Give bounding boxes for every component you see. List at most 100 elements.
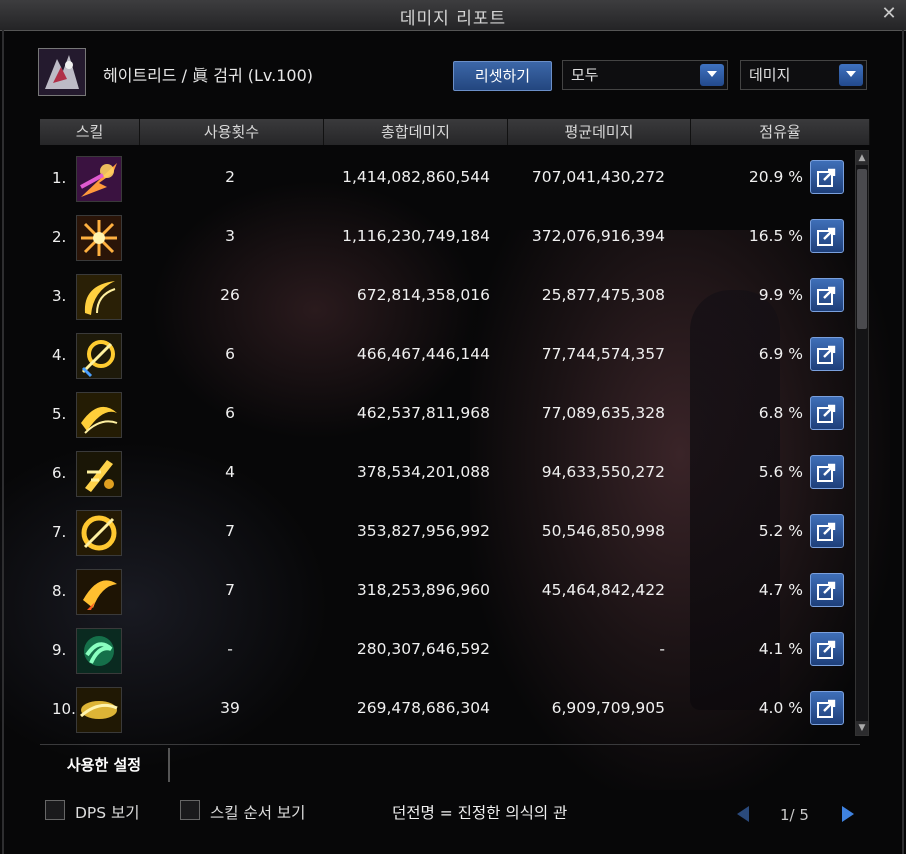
table-row: 2. 3 1,116,230,749,184 372,076,916,394 16.5 …: [40, 208, 855, 267]
scroll-down-icon[interactable]: ▼: [856, 721, 868, 735]
average-damage: 6,909,709,905: [551, 699, 665, 717]
share-icon[interactable]: [810, 160, 844, 194]
header-skill[interactable]: 스킬: [40, 119, 140, 145]
total-damage: 1,414,082,860,544: [342, 168, 490, 186]
rank: 3.: [52, 287, 67, 305]
table-row: 5. 6 462,537,811,968 77,089,635,328 6.8 %: [40, 385, 855, 444]
table-row: 8. 7 318,253,896,960 45,464,842,422 4.7 %: [40, 562, 855, 621]
table-header: 스킬 사용횟수 총합데미지 평균데미지 점유율: [40, 119, 870, 145]
table-row: 4. 6 466,467,446,144 77,744,574,357 6.9 %: [40, 326, 855, 385]
slash-burst-pink-icon[interactable]: [76, 156, 122, 202]
rank: 5.: [52, 405, 67, 423]
table-scrollbar[interactable]: ▲ ▼: [855, 150, 869, 736]
skill-order-label: 스킬 순서 보기: [210, 804, 306, 822]
average-damage: 94,633,550,272: [541, 463, 665, 481]
total-damage: 280,307,646,592: [356, 640, 490, 658]
share-icon[interactable]: [810, 219, 844, 253]
swirl-green-icon[interactable]: [76, 628, 122, 674]
scroll-up-icon[interactable]: ▲: [856, 151, 868, 165]
average-damage: 25,877,475,308: [541, 286, 665, 304]
total-damage: 353,827,956,992: [356, 522, 490, 540]
checkbox-box[interactable]: [180, 800, 200, 820]
share-icon[interactable]: [810, 278, 844, 312]
share-icon[interactable]: [810, 691, 844, 725]
scrollbar-thumb[interactable]: [857, 169, 867, 329]
dungeon-name: 던전명 = 진정한 의식의 관: [392, 804, 568, 822]
use-count: 2: [225, 168, 235, 186]
table-body: 1. 2 1,414,082,860,544 707,041,430,272 20.9 …: [40, 149, 855, 739]
rank: 8.: [52, 582, 67, 600]
divider: [40, 744, 860, 745]
use-count: 4: [225, 463, 235, 481]
table-row: 1. 2 1,414,082,860,544 707,041,430,272 20.9 …: [40, 149, 855, 208]
chevron-down-icon[interactable]: [839, 64, 863, 86]
damage-share: 4.1 %: [758, 640, 803, 658]
use-count: 7: [225, 581, 235, 599]
damage-share: 5.2 %: [758, 522, 803, 540]
type-dropdown-value: 데미지: [749, 66, 791, 84]
total-damage: 269,478,686,304: [356, 699, 490, 717]
rank: 7.: [52, 523, 67, 541]
title-bar[interactable]: 데미지 리포트 ✕: [0, 0, 906, 31]
damage-share: 4.7 %: [758, 581, 803, 599]
use-count: 6: [225, 345, 235, 363]
total-damage: 672,814,358,016: [356, 286, 490, 304]
table-row: 6. 4 378,534,201,088 94,633,550,272 5.6 %: [40, 444, 855, 503]
beam-slash-gold-icon[interactable]: [76, 687, 122, 733]
whirl-slash-gold-icon[interactable]: [76, 333, 122, 379]
rank: 4.: [52, 346, 67, 364]
total-damage: 378,534,201,088: [356, 463, 490, 481]
prev-page-icon[interactable]: [733, 804, 753, 824]
star-burst-orange-icon[interactable]: [76, 215, 122, 261]
damage-share: 4.0 %: [758, 699, 803, 717]
filter-dropdown-value: 모두: [571, 66, 599, 84]
wave-slash-gold-icon[interactable]: [76, 392, 122, 438]
type-dropdown[interactable]: 데미지: [740, 60, 867, 90]
average-damage: 372,076,916,394: [531, 227, 665, 245]
circle-slash-gold-icon[interactable]: [76, 510, 122, 556]
share-icon[interactable]: [810, 396, 844, 430]
share-icon[interactable]: [810, 514, 844, 548]
rank: 10.: [52, 700, 76, 718]
header-uses[interactable]: 사용횟수: [140, 119, 324, 145]
checkbox-box[interactable]: [45, 800, 65, 820]
damage-share: 5.6 %: [758, 463, 803, 481]
damage-share: 16.5 %: [748, 227, 803, 245]
header-average-damage[interactable]: 평균데미지: [508, 119, 691, 145]
total-damage: 466,467,446,144: [356, 345, 490, 363]
use-count: 3: [225, 227, 235, 245]
filter-dropdown[interactable]: 모두: [562, 60, 728, 90]
use-count: 26: [220, 286, 240, 304]
page-indicator: 1/ 5: [780, 806, 809, 824]
damage-share: 6.9 %: [758, 345, 803, 363]
table-row: 7. 7 353,827,956,992 50,546,850,998 5.2 %: [40, 503, 855, 562]
share-icon[interactable]: [810, 455, 844, 489]
damage-share: 20.9 %: [748, 168, 803, 186]
next-page-icon[interactable]: [838, 804, 858, 824]
rank: 1.: [52, 169, 67, 187]
flame-slash-gold-icon[interactable]: [76, 569, 122, 615]
damage-report-window: 데미지 리포트 ✕ 헤이트리드 / 眞 검귀 (Lv.100) 리셋하기 모두 …: [0, 0, 906, 854]
use-count: 6: [225, 404, 235, 422]
average-damage: 45,464,842,422: [541, 581, 665, 599]
crescent-slash-gold-icon[interactable]: [76, 274, 122, 320]
rank: 9.: [52, 641, 67, 659]
character-avatar: [38, 48, 86, 96]
chevron-down-icon[interactable]: [700, 64, 724, 86]
header-share[interactable]: 점유율: [691, 119, 870, 145]
use-count: 39: [220, 699, 240, 717]
share-icon[interactable]: [810, 632, 844, 666]
average-damage: 77,744,574,357: [541, 345, 665, 363]
total-damage: 318,253,896,960: [356, 581, 490, 599]
character-name: 헤이트리드 / 眞 검귀 (Lv.100): [103, 66, 314, 85]
close-icon[interactable]: ✕: [878, 3, 900, 25]
reset-button[interactable]: 리셋하기: [453, 61, 552, 91]
share-icon[interactable]: [810, 337, 844, 371]
damage-share: 6.8 %: [758, 404, 803, 422]
character-slash-gold-icon[interactable]: [76, 451, 122, 497]
share-icon[interactable]: [810, 573, 844, 607]
rank: 6.: [52, 464, 67, 482]
header-total-damage[interactable]: 총합데미지: [324, 119, 508, 145]
average-damage: 50,546,850,998: [541, 522, 665, 540]
tab-used-settings[interactable]: 사용한 설정: [40, 748, 170, 782]
